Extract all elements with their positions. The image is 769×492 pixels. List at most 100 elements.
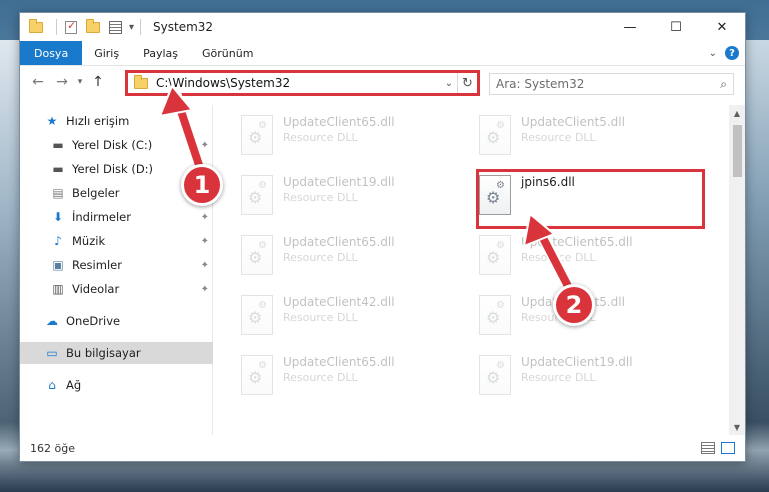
- list-item[interactable]: ⚙ ⚙ UpdateClient65.dll Resource DLL: [241, 351, 461, 407]
- wallpaper-right: [745, 40, 769, 460]
- file-name: UpdateClient65.dll: [283, 115, 395, 129]
- dll-file-icon: ⚙ ⚙: [241, 235, 273, 275]
- list-item[interactable]: ⚙ ⚙ UpdateClient19.dll Resource DLL: [241, 171, 461, 227]
- explorer-window: ▾ System32 — ☐ ✕ Dosya Giriş Paylaş Görü…: [19, 12, 746, 462]
- expand-ribbon-icon[interactable]: ⌄: [709, 48, 717, 59]
- new-folder-icon[interactable]: [85, 18, 101, 35]
- sidebar-item-label: Hızlı erişim: [66, 114, 130, 128]
- sidebar-item-label: Resimler: [72, 258, 122, 272]
- sidebar-item-quick-access[interactable]: ★ Hızlı erişim: [20, 110, 213, 132]
- dll-file-icon: ⚙ ⚙: [479, 295, 511, 335]
- search-input[interactable]: Ara: System32 ⌕: [489, 73, 734, 95]
- recent-locations-dropdown-icon[interactable]: ▾: [74, 77, 86, 87]
- view-buttons: [701, 442, 745, 454]
- address-dropdown-icon[interactable]: ⌄: [441, 78, 457, 89]
- pin-icon[interactable]: ✦: [201, 284, 209, 295]
- list-item[interactable]: ⚙ ⚙ UpdateClient42.dll Resource DLL: [241, 291, 461, 347]
- pin-icon[interactable]: ✦: [201, 212, 209, 223]
- file-type: Resource DLL: [521, 251, 596, 264]
- sidebar-item-label: İndirmeler: [72, 210, 131, 224]
- refresh-icon[interactable]: ↻: [457, 73, 477, 93]
- scroll-down-icon[interactable]: ▼: [729, 419, 745, 435]
- pictures-icon: ▣: [52, 258, 64, 272]
- sidebar-item-onedrive[interactable]: ☁ OneDrive: [20, 310, 213, 332]
- file-name: UpdateClient65.dll: [521, 235, 633, 249]
- drive-icon: ▬: [52, 162, 64, 176]
- file-type: Resource DLL: [283, 371, 358, 384]
- sidebar-item-downloads[interactable]: ⬇ İndirmeler ✦: [20, 206, 213, 228]
- file-name: UpdateClient5.dll: [521, 115, 625, 129]
- help-icon[interactable]: ?: [725, 46, 739, 60]
- dll-file-icon: ⚙ ⚙: [241, 175, 273, 215]
- search-icon[interactable]: ⌕: [720, 77, 727, 92]
- sidebar-item-this-pc[interactable]: ▭ Bu bilgisayar: [20, 342, 213, 364]
- sidebar-item-label: Yerel Disk (C:): [72, 138, 153, 152]
- address-bar[interactable]: C:\Windows\System32 ⌄ ↻: [125, 70, 480, 96]
- details-view-icon[interactable]: [701, 442, 715, 454]
- folder-icon: [134, 74, 148, 89]
- file-type: Resource DLL: [283, 251, 358, 264]
- list-item[interactable]: ⚙⚙ UpdateClient5.dll Resource DLL: [479, 111, 699, 167]
- title-bar: ▾ System32 — ☐ ✕: [20, 13, 745, 41]
- list-item[interactable]: ⚙ ⚙ UpdateClient65.dll Resource DLL: [479, 231, 699, 287]
- list-item[interactable]: ⚙ ⚙ UpdateClient19.dll Resource DLL: [479, 351, 699, 407]
- window-title: System32: [153, 20, 214, 34]
- pin-icon[interactable]: ✦: [201, 236, 209, 247]
- maximize-button[interactable]: ☐: [653, 13, 699, 41]
- dll-file-icon: ⚙ ⚙: [479, 115, 511, 155]
- sidebar-item-label: Videolar: [72, 282, 120, 296]
- sidebar-item-label: Ağ: [66, 378, 82, 392]
- cloud-icon: ☁: [46, 314, 58, 328]
- sidebar-item-network[interactable]: ⌂ Ağ: [20, 374, 213, 396]
- dll-file-icon: ⚙ ⚙: [479, 235, 511, 275]
- scroll-up-icon[interactable]: ▲: [729, 105, 745, 121]
- documents-icon: ▤: [52, 186, 64, 200]
- sidebar-item-videos[interactable]: ▥ Videolar ✦: [20, 278, 213, 300]
- quick-access-dropdown-icon[interactable]: ▾: [129, 22, 134, 33]
- close-button[interactable]: ✕: [699, 13, 745, 41]
- vertical-scrollbar[interactable]: ▲ ▼: [729, 105, 745, 435]
- file-name: UpdateClient19.dll: [521, 355, 633, 369]
- large-icons-view-icon[interactable]: [721, 442, 735, 454]
- ribbon-tabs: Dosya Giriş Paylaş Görünüm ⌄ ?: [20, 41, 745, 66]
- back-arrow-icon[interactable]: ←: [26, 70, 50, 94]
- step-2-badge: 2: [553, 284, 595, 326]
- sidebar-item-label: Bu bilgisayar: [66, 346, 141, 360]
- properties-check-icon[interactable]: [63, 19, 79, 35]
- minimize-button[interactable]: —: [607, 13, 653, 41]
- sidebar-item-drive-c[interactable]: ▬ Yerel Disk (C:) ✦: [20, 134, 213, 156]
- sidebar-item-music[interactable]: ♪ Müzik ✦: [20, 230, 213, 252]
- sidebar-item-pictures[interactable]: ▣ Resimler ✦: [20, 254, 213, 276]
- step-1-badge: 1: [181, 164, 223, 206]
- dll-file-icon: ⚙ ⚙: [479, 355, 511, 395]
- tab-file[interactable]: Dosya: [20, 41, 83, 65]
- dll-file-icon: ⚙ ⚙: [241, 295, 273, 335]
- computer-icon: ▭: [46, 346, 58, 360]
- file-name: UpdateClient65.dll: [283, 235, 395, 249]
- pin-icon[interactable]: ✦: [201, 140, 209, 151]
- sidebar-item-label: Yerel Disk (D:): [72, 162, 154, 176]
- up-arrow-icon[interactable]: ↑: [86, 70, 110, 94]
- dll-file-icon: ⚙ ⚙: [241, 115, 273, 155]
- address-path[interactable]: C:\Windows\System32: [156, 76, 441, 90]
- pin-icon[interactable]: ✦: [201, 260, 209, 271]
- file-name: UpdateClient42.dll: [283, 295, 395, 309]
- tab-view[interactable]: Görünüm: [190, 41, 265, 65]
- navigation-pane: ★ Hızlı erişim ▬ Yerel Disk (C:) ✦ ▬ Yer…: [20, 105, 213, 435]
- file-type: Resource DLL: [283, 191, 358, 204]
- scroll-thumb[interactable]: [733, 125, 742, 177]
- tab-home[interactable]: Giriş: [82, 41, 131, 65]
- forward-arrow-icon[interactable]: →: [50, 70, 74, 94]
- file-name: UpdateClient19.dll: [283, 175, 395, 189]
- tab-share[interactable]: Paylaş: [131, 41, 190, 65]
- file-highlight-box: [476, 169, 705, 229]
- list-item[interactable]: ⚙ ⚙ UpdateClient65.dll Resource DLL: [241, 111, 461, 167]
- file-type: Resource DLL: [283, 131, 358, 144]
- title-separator: [140, 19, 142, 35]
- list-item[interactable]: ⚙ ⚙ UpdateClient65.dll Resource DLL: [241, 231, 461, 287]
- star-icon: ★: [46, 114, 58, 128]
- network-icon: ⌂: [48, 378, 56, 392]
- sidebar-item-label: OneDrive: [66, 314, 121, 328]
- properties-icon[interactable]: [107, 19, 123, 35]
- sidebar-item-label: Belgeler: [72, 186, 120, 200]
